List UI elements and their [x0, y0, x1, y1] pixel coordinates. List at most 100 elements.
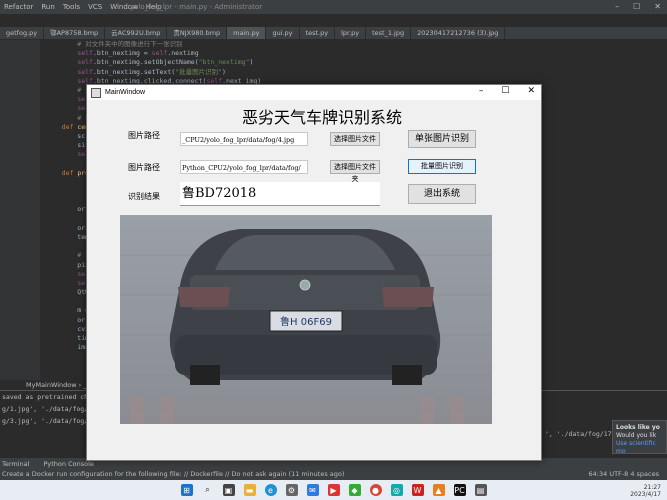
app-window-title: MainWindow — [105, 89, 146, 96]
batch-recognize-button[interactable]: 批量图片识别 — [408, 159, 476, 174]
maximize-icon[interactable]: ☐ — [501, 86, 509, 96]
app-icon-red[interactable]: ▶ — [327, 484, 340, 496]
file-explorer-icon[interactable]: ▬ — [243, 484, 256, 496]
app-icon-blue[interactable]: ✉ — [306, 484, 319, 496]
task-view-icon[interactable]: ▣ — [222, 484, 235, 496]
chrome-icon[interactable]: ● — [369, 484, 382, 496]
notification-popup[interactable]: Looks like yo Would you lik Use scientif… — [612, 420, 667, 456]
code-token: self — [151, 49, 168, 58]
minimize-icon[interactable]: – — [615, 2, 619, 11]
code-line: # 对文件夹中的图像进行下一张识别 — [46, 40, 606, 49]
car-image: 鲁H 06F69 — [120, 215, 492, 424]
menu-item-vcs[interactable]: VCS — [88, 3, 102, 11]
app-icon-teal[interactable]: ◎ — [390, 484, 403, 496]
code-token: def — [61, 122, 78, 131]
app-titlebar[interactable]: MainWindow – ☐ ✕ — [87, 85, 541, 100]
breadcrumb[interactable]: MyMainWindow › _ — [26, 381, 87, 389]
editor-tab[interactable]: 20230417212736 (3).jpg — [411, 27, 506, 39]
code-line: self.btn_nextimg.setText("批量图片识别") — [46, 68, 606, 77]
editor-tab[interactable]: test.py — [300, 27, 336, 39]
search-icon[interactable]: ⌕ — [202, 484, 214, 496]
window-app-icon — [91, 87, 101, 98]
clock-time: 21:27 — [643, 484, 661, 491]
editor-tab[interactable]: main.py — [227, 27, 267, 39]
folder-path-label: 图片路径 — [128, 163, 160, 172]
page-title: 恶劣天气车牌识别系统 — [241, 108, 402, 127]
editor-tab[interactable]: getfog.py — [0, 27, 45, 39]
folder-path-field[interactable]: Python_CPU2/yolo_fog_lpr/data/fog/ — [180, 160, 308, 174]
code-token: # 对文件夹中的图像进行下一张识别 — [46, 40, 183, 48]
settings-icon[interactable]: ⚙ — [285, 484, 298, 496]
run-output-right: ', './data/fog/17. — [545, 430, 616, 438]
app-main-window: MainWindow – ☐ ✕ 恶劣天气车牌识别系统 图片路径 _CPU2/y… — [86, 84, 542, 461]
menu-item-tools[interactable]: Tools — [63, 3, 80, 11]
app-icon-green[interactable]: ◆ — [348, 484, 361, 496]
image-path-label: 图片路径 — [128, 131, 160, 140]
exit-button[interactable]: 退出系统 — [408, 184, 476, 204]
pycharm-icon[interactable]: PC — [453, 484, 466, 496]
code-token: self — [77, 58, 93, 67]
taskbar-clock[interactable]: 21:27 2023/4/17 — [630, 484, 661, 498]
maximize-icon[interactable]: ☐ — [633, 2, 640, 11]
status-right: 64:34 UTF-8 4 spaces — [588, 470, 659, 478]
editor-tab[interactable]: 鄂AP8758.bmp — [44, 27, 106, 39]
bottom-tool-tabs: Terminal Python Console — [2, 460, 94, 468]
close-icon[interactable]: ✕ — [654, 2, 661, 11]
app-window-controls: – ☐ ✕ — [479, 86, 535, 96]
car-photo-svg: 鲁H 06F69 — [120, 215, 492, 424]
code-line: self.btn_nextimg.setObjectName("btn_next… — [46, 58, 606, 67]
result-label: 识别结果 — [128, 192, 160, 201]
code-line: self.btn_nextimg = self.nextimg — [46, 49, 606, 58]
wps-icon[interactable]: W — [411, 484, 424, 496]
minimize-icon[interactable]: – — [479, 86, 484, 96]
single-recognize-button[interactable]: 单张图片识别 — [408, 130, 476, 148]
code-token: ) — [249, 58, 254, 67]
close-icon[interactable]: ✕ — [527, 86, 535, 96]
image-path-field[interactable]: _CPU2/yolo_fog_lpr/data/fog/4.jpg — [180, 132, 308, 146]
editor-tab-bar: getfog.py 鄂AP8758.bmp 云AC992U.bmp 贵NJX980.b… — [0, 27, 667, 39]
notification-title: Looks like yo — [616, 424, 660, 431]
editor-tab[interactable]: gui.py — [266, 27, 300, 39]
code-token: .nextimg — [167, 49, 199, 58]
code-token: "btn_nextimg" — [198, 58, 250, 67]
notification-link[interactable]: Use scientific mo — [616, 440, 663, 456]
ide-window-controls: – ☐ ✕ — [615, 2, 661, 11]
code-token: .btn_nextimg.setText( — [92, 67, 176, 76]
ide-menubar: Refactor Run Tools VCS Window Help — [0, 0, 667, 14]
windows-start-icon[interactable]: ⊞ — [180, 484, 193, 496]
editor-tab[interactable]: 云AC992U.bmp — [105, 27, 168, 39]
tab-terminal[interactable]: Terminal — [2, 460, 29, 468]
app-icon-orange[interactable]: ▲ — [432, 484, 445, 496]
tab-python-console[interactable]: Python Console — [43, 460, 93, 468]
editor-tab[interactable]: 贵NJX980.bmp — [167, 27, 228, 39]
result-field[interactable]: 鲁BD72018 — [180, 182, 380, 206]
clock-date: 2023/4/17 — [630, 491, 661, 498]
windows-taskbar: ⊞ ⌕ ▣ ▬ e ⚙ ✉ ▶ ◆ ● ◎ W ▲ PC ▤ — [0, 480, 667, 500]
menu-item-refactor[interactable]: Refactor — [4, 3, 33, 11]
code-token: .btn_nextimg = — [92, 49, 152, 58]
docker-message: Create a Docker run configuration for th… — [2, 470, 345, 478]
code-token: def — [61, 168, 78, 177]
code-token: self — [77, 67, 93, 76]
ide-window-title: yolo_fog_lpr - main.py - Administrator — [130, 3, 263, 11]
code-token: "批量图片识别" — [175, 67, 222, 76]
license-plate-text: 鲁H 06F69 — [280, 315, 332, 328]
code-token: .btn_nextimg.setObjectName( — [92, 58, 199, 67]
editor-tab[interactable]: test_1.jpg — [366, 27, 412, 39]
code-token: self — [77, 49, 93, 58]
app-icon-gray[interactable]: ▤ — [474, 484, 487, 496]
edge-icon[interactable]: e — [264, 484, 277, 496]
editor-tab[interactable]: lpr.py — [335, 27, 367, 39]
menu-item-run[interactable]: Run — [41, 3, 54, 11]
select-folder-button[interactable]: 选择图片文件夹 — [330, 160, 380, 183]
select-image-button[interactable]: 选择图片文件 — [330, 132, 380, 146]
